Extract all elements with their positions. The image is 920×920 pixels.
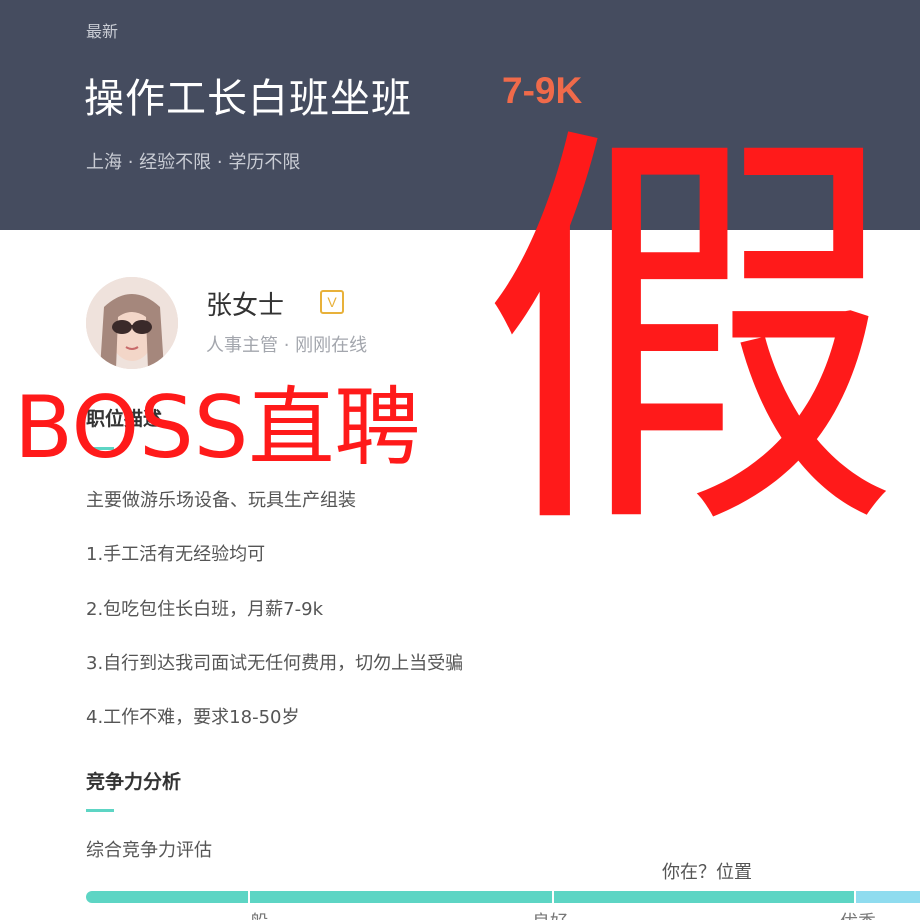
avatar-photo — [86, 277, 178, 369]
avatar[interactable] — [86, 277, 178, 369]
section-underline — [86, 809, 114, 812]
brand-overlay-text: BOSS直聘 — [14, 378, 421, 478]
bar-divider — [854, 891, 856, 903]
job-title: 操作工长白班坐班 — [84, 76, 412, 122]
section-title-competitiveness: 竞争力分析 — [86, 771, 182, 793]
scale-label-average: 一般 — [232, 908, 268, 920]
description-line: 4.工作不难，要求18-50岁 — [86, 707, 300, 728]
job-meta: 上海 · 经验不限 · 学历不限 — [86, 152, 301, 173]
position-indicator-label: 你在？位置 — [662, 862, 752, 883]
description-line: 3.自行到达我司面试无任何费用，切勿上当受骗 — [86, 653, 464, 674]
scale-label-good: 良好 — [532, 908, 568, 920]
competitiveness-bar-end-segment — [856, 891, 920, 903]
recruiter-meta: 人事主管 · 刚刚在线 — [206, 335, 368, 356]
description-line: 1.手工活有无经验均可 — [86, 544, 266, 565]
bar-divider — [248, 891, 250, 903]
competitiveness-label: 综合竞争力评估 — [86, 840, 212, 861]
recruiter-name: 张女士 — [206, 291, 285, 321]
description-line: 主要做游乐场设备、玩具生产组装 — [86, 490, 356, 511]
bar-divider — [552, 891, 554, 903]
description-line: 2.包吃包住长白班，月薪7-9k — [86, 599, 323, 620]
competitiveness-bar — [86, 891, 920, 903]
job-tag: 最新 — [86, 22, 119, 41]
verified-badge-icon: V — [320, 290, 344, 314]
fake-warning-overlay: 假 — [480, 93, 900, 582]
scale-label-excellent: 优秀 — [840, 908, 876, 920]
